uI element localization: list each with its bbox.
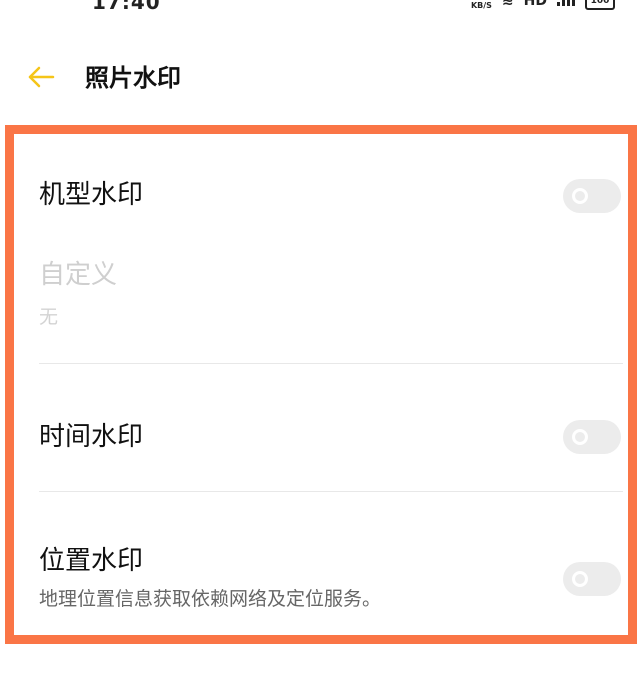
device-watermark-label: 机型水印 <box>39 180 144 210</box>
custom-value: 无 <box>39 306 59 328</box>
toggle-knob <box>572 429 588 445</box>
location-watermark-description: 地理位置信息获取依赖网络及定位服务。 <box>39 588 382 610</box>
wifi-icon: ≋ <box>501 0 514 9</box>
network-speed: KB/S <box>470 1 492 10</box>
divider <box>39 491 623 492</box>
watermark-settings-card: 机型水印 自定义 无 时间水印 位置水印 地理位置信息获取依赖网络及定位服务。 <box>5 125 637 644</box>
toggle-knob <box>572 571 588 587</box>
time-watermark-toggle[interactable] <box>563 420 621 454</box>
device-watermark-toggle[interactable] <box>563 179 621 213</box>
toggle-knob <box>572 188 588 204</box>
status-icons: KB/S ≋ HD 100 <box>471 0 615 14</box>
time-watermark-label: 时间水印 <box>39 422 144 452</box>
page-title: 照片水印 <box>85 64 181 92</box>
arrow-left-icon[interactable] <box>26 62 56 92</box>
divider <box>39 363 623 364</box>
custom-label: 自定义 <box>39 260 118 290</box>
location-watermark-toggle[interactable] <box>563 562 621 596</box>
status-time: 17:40 <box>92 0 161 14</box>
status-bar: 17:40 KB/S ≋ HD 100 <box>0 0 637 14</box>
location-watermark-label: 位置水印 <box>39 546 144 576</box>
signal-icon <box>557 0 575 6</box>
battery-icon: 100 <box>585 0 615 10</box>
network-type: HD <box>523 0 547 9</box>
